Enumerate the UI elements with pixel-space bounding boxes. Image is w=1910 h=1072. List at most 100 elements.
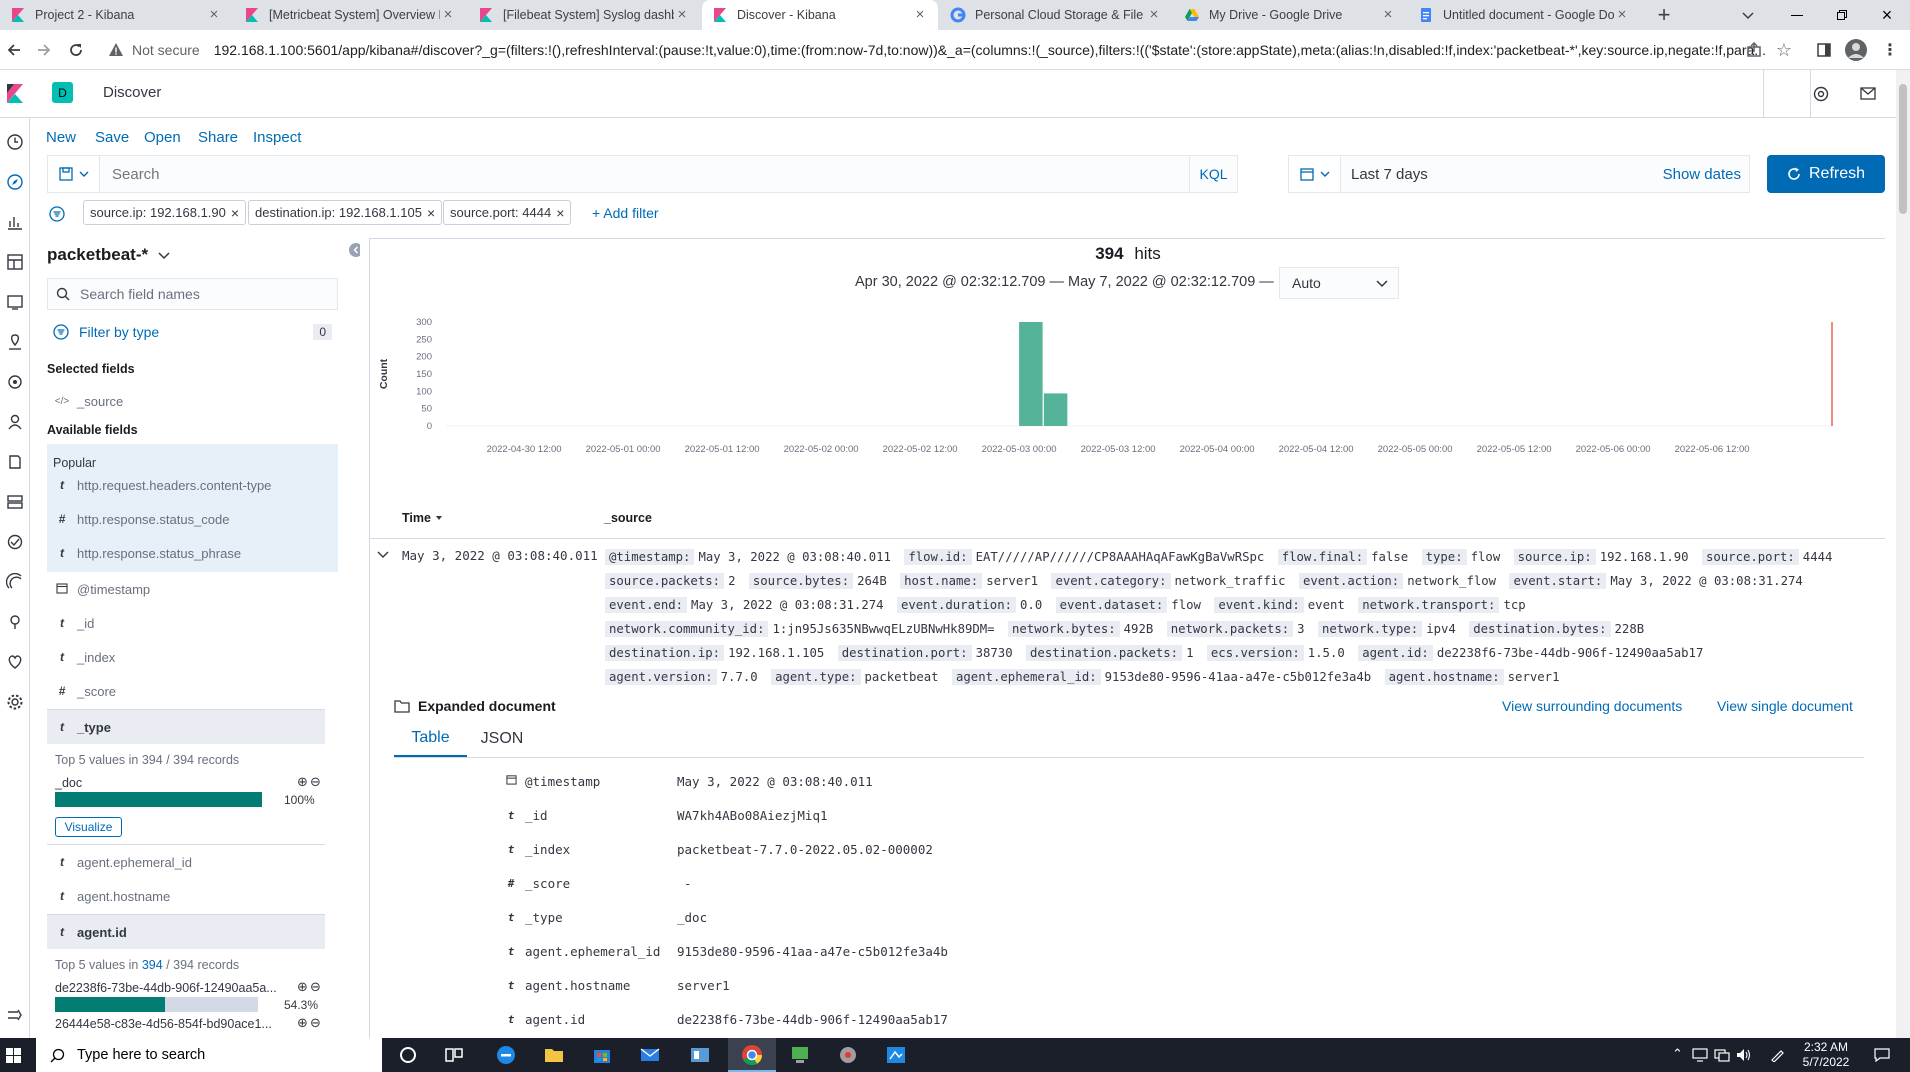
mail-icon[interactable] (638, 1043, 662, 1067)
browser-tab-3[interactable]: Discover - Kibana × (702, 0, 938, 30)
taskbar-search[interactable]: Type here to search (36, 1038, 382, 1072)
tab-json[interactable]: JSON (467, 721, 537, 757)
field-http-request-headers-content-type[interactable]: t http.request.headers.content-type (47, 468, 341, 502)
tray-network-icon[interactable] (1714, 1048, 1730, 1062)
close-icon[interactable]: × (674, 7, 690, 23)
browser-tab-4[interactable]: Personal Cloud Storage & File S × (940, 0, 1172, 30)
store-icon[interactable] (590, 1043, 614, 1067)
filter-options-icon[interactable] (49, 206, 65, 222)
show-dates-link[interactable]: Show dates (1663, 166, 1749, 183)
windows-start-icon[interactable] (6, 1048, 21, 1063)
mail-icon[interactable] (1860, 87, 1876, 100)
close-icon[interactable]: × (1614, 7, 1630, 23)
filter-out-value-icon[interactable]: ⊖ (310, 979, 321, 995)
apm-icon[interactable] (6, 533, 24, 551)
new-tab-icon[interactable]: + (1652, 2, 1676, 27)
kql-toggle[interactable]: KQL (1189, 156, 1237, 192)
management-gear-icon[interactable] (6, 693, 24, 711)
menu-share[interactable]: Share (198, 129, 238, 146)
filter-out-value-icon[interactable]: ⊖ (310, 1015, 321, 1031)
menu-new[interactable]: New (46, 129, 76, 146)
collapse-row-icon[interactable] (377, 550, 389, 560)
close-icon[interactable]: × (206, 7, 222, 23)
task-view-icon[interactable] (442, 1043, 466, 1067)
space-badge[interactable]: D (52, 82, 73, 103)
monitoring-icon[interactable] (6, 653, 24, 671)
browser-tab-1[interactable]: [Metricbeat System] Overview E × (234, 0, 466, 30)
field-search[interactable]: Search field names (47, 278, 338, 310)
browser-tab-5[interactable]: My Drive - Google Drive × (1174, 0, 1406, 30)
logs-icon[interactable] (6, 453, 24, 471)
remove-filter-icon[interactable]: × (556, 205, 564, 221)
uptime-icon[interactable] (6, 573, 24, 591)
canvas-icon[interactable] (6, 293, 24, 311)
filter-out-value-icon[interactable]: ⊖ (310, 774, 321, 790)
top5-link[interactable]: 394 (142, 958, 163, 972)
field-score[interactable]: # _score (47, 674, 341, 708)
remove-filter-icon[interactable]: × (427, 205, 435, 221)
avatar[interactable] (1844, 38, 1868, 62)
field-type[interactable]: t _type (47, 710, 325, 744)
remove-filter-icon[interactable]: × (231, 205, 239, 221)
edge-icon[interactable] (494, 1043, 518, 1067)
close-icon[interactable]: × (912, 7, 928, 23)
forward-icon[interactable] (32, 38, 56, 62)
window-close-icon[interactable]: × (1875, 3, 1899, 27)
kibana-logo-icon[interactable] (6, 84, 24, 104)
tray-chevron-icon[interactable]: ⌃ (1672, 1046, 1683, 1062)
share-page-icon[interactable] (1742, 38, 1766, 62)
sort-down-icon[interactable] (435, 514, 443, 522)
tray-pen-icon[interactable] (1770, 1048, 1786, 1062)
visualize-icon[interactable] (6, 213, 24, 231)
close-icon[interactable]: × (1380, 7, 1396, 23)
saved-query-button[interactable] (48, 156, 100, 192)
infra-icon[interactable] (6, 493, 24, 511)
clock[interactable]: 2:32 AM 5/7/2022 (1796, 1040, 1856, 1070)
filter-pill-source-port[interactable]: source.port: 4444 × (443, 200, 572, 225)
side-panel-icon[interactable] (1812, 38, 1836, 62)
tool-app-icon[interactable] (836, 1043, 860, 1067)
filter-for-value-icon[interactable]: ⊕ (297, 1015, 308, 1031)
help-icon[interactable] (1813, 86, 1829, 102)
field-agent-hostname[interactable]: t agent.hostname (47, 879, 341, 913)
filter-by-type-button[interactable]: Filter by type 0 (47, 318, 338, 346)
field-agent-ephemeral-id[interactable]: t agent.ephemeral_id (47, 845, 341, 879)
field-agent-id[interactable]: t agent.id (47, 915, 325, 949)
field-index[interactable]: t _index (47, 640, 341, 674)
close-icon[interactable]: × (440, 7, 456, 23)
notifications-icon[interactable] (1874, 1048, 1890, 1062)
tab-table[interactable]: Table (394, 721, 467, 757)
view-single-link[interactable]: View single document (1717, 698, 1853, 714)
filter-pill-source-ip[interactable]: source.ip: 192.168.1.90 × (83, 200, 247, 225)
tab-search-chevron-icon[interactable] (1736, 3, 1760, 27)
dashboard-icon[interactable] (6, 253, 24, 271)
browser-tab-2[interactable]: [Filebeat System] Syslog dashbo × (468, 0, 700, 30)
quick-menu-button[interactable] (1289, 156, 1341, 192)
reload-icon[interactable] (64, 38, 88, 62)
refresh-button[interactable]: Refresh (1767, 155, 1885, 193)
bookmark-star-icon[interactable]: ☆ (1772, 38, 1796, 62)
browser-tab-6[interactable]: Untitled document - Google Do × (1408, 0, 1640, 30)
discover-compass-icon[interactable] (6, 173, 24, 191)
dev-tools-icon[interactable] (6, 613, 24, 631)
visualize-button[interactable]: Visualize (55, 817, 122, 837)
add-filter-link[interactable]: + Add filter (592, 205, 659, 221)
field-http-response-status-code[interactable]: # http.response.status_code (47, 502, 341, 536)
network-app-icon[interactable] (788, 1043, 812, 1067)
tray-volume-icon[interactable] (1736, 1048, 1752, 1062)
app-icon[interactable] (688, 1043, 712, 1067)
ml-icon[interactable] (6, 373, 24, 391)
time-range-label[interactable]: Last 7 days (1341, 166, 1663, 183)
close-icon[interactable]: × (1146, 7, 1162, 23)
interval-select[interactable]: Auto (1279, 267, 1399, 299)
menu-save[interactable]: Save (95, 129, 129, 146)
window-app-icon[interactable] (884, 1043, 908, 1067)
menu-open[interactable]: Open (144, 129, 181, 146)
siem-icon[interactable] (6, 413, 24, 431)
field-id[interactable]: t _id (47, 606, 341, 640)
col-header-time[interactable]: Time (402, 511, 443, 525)
view-surrounding-link[interactable]: View surrounding documents (1502, 698, 1682, 714)
search-input[interactable] (100, 156, 1189, 192)
minimize-icon[interactable] (1785, 3, 1809, 27)
page-scrollbar[interactable] (1896, 70, 1910, 1038)
